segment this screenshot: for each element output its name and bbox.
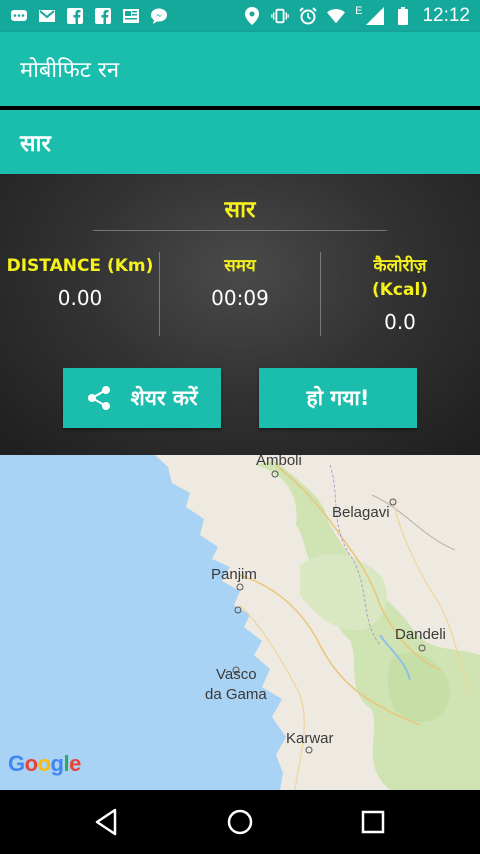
google-logo: Google	[8, 751, 81, 776]
route-map[interactable]: Amboli Belagavi Panjim Dandeli Vasco da …	[0, 455, 480, 790]
calories-value: 0.0	[384, 310, 416, 334]
messenger-icon	[150, 8, 168, 24]
app-bar: मोबीफिट रन	[0, 32, 480, 106]
facebook-icon	[94, 8, 112, 24]
map-label-belagavi: Belagavi	[332, 504, 390, 521]
home-icon	[226, 808, 254, 836]
home-button[interactable]	[222, 804, 258, 840]
distance-label: DISTANCE (Km)	[6, 256, 154, 276]
signal-icon	[366, 7, 385, 25]
done-button[interactable]: हो गया!	[259, 368, 417, 428]
map-canvas	[0, 455, 480, 790]
network-type-label: E	[355, 5, 363, 17]
map-label-amboli: Amboli	[256, 455, 302, 469]
wifi-icon	[327, 8, 346, 24]
app-title: मोबीफिट रन	[20, 58, 120, 83]
calories-label: कैलोरीज़ (Kcal)	[320, 254, 480, 302]
map-label-dandeli: Dandeli	[395, 626, 446, 643]
map-label-da-gama: da Gama	[205, 686, 267, 703]
calories-stat: कैलोरीज़ (Kcal) 0.0	[320, 254, 480, 334]
chat-icon	[10, 8, 28, 24]
calories-label-line1: कैलोरीज़	[373, 256, 427, 276]
back-icon	[93, 808, 119, 836]
section-title: सार	[20, 131, 51, 157]
share-button[interactable]: शेयर करें	[63, 368, 221, 428]
time-value: 00:09	[211, 286, 269, 310]
navigation-bar	[0, 790, 480, 854]
distance-stat: DISTANCE (Km) 0.00	[0, 254, 160, 310]
distance-value: 0.00	[57, 286, 103, 310]
map-label-panjim: Panjim	[211, 566, 257, 583]
summary-panel: सार DISTANCE (Km) 0.00 समय 00:09 कैलोरीज…	[0, 174, 480, 455]
done-button-label: हो गया!	[306, 386, 370, 410]
time-label: समय	[224, 256, 256, 276]
share-icon	[86, 385, 112, 411]
facebook-icon	[66, 8, 84, 24]
map-label-karwar: Karwar	[286, 730, 334, 747]
vibrate-icon	[271, 8, 289, 24]
gmail-icon	[38, 8, 56, 24]
recents-button[interactable]	[355, 804, 391, 840]
summary-divider	[93, 230, 387, 231]
status-bar: E 12:12	[0, 0, 480, 32]
time-stat: समय 00:09	[160, 254, 320, 310]
calories-label-line2: (Kcal)	[371, 280, 429, 300]
back-button[interactable]	[88, 804, 124, 840]
alarm-icon	[299, 7, 317, 25]
clock: 12:12	[422, 5, 470, 26]
summary-heading: सार	[224, 197, 256, 223]
share-button-label: शेयर करें	[130, 386, 198, 410]
section-header: सार	[0, 110, 480, 174]
location-icon	[243, 7, 261, 25]
map-label-vasco: Vasco	[216, 666, 257, 683]
news-icon	[122, 8, 140, 24]
battery-icon	[394, 7, 412, 25]
recents-icon	[361, 810, 385, 834]
